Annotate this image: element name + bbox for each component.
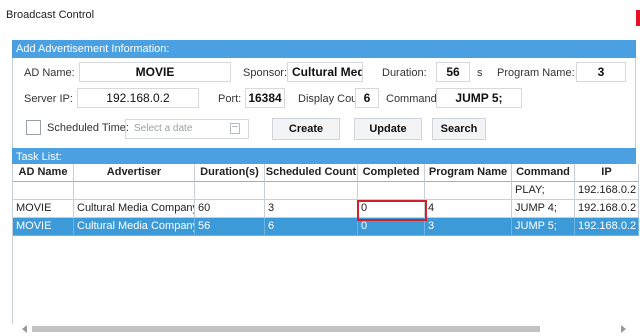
ad-info-header: Add Advertisement Information: — [12, 40, 636, 58]
col-duration[interactable]: Duration(s) — [195, 164, 265, 182]
cell-ad-name — [13, 182, 74, 200]
cell-duration — [195, 182, 265, 200]
table-row-selected[interactable]: MOVIE Cultural Media Company 56 6 0 3 JU… — [13, 218, 639, 236]
scheduled-time-label: Scheduled Time: — [47, 122, 129, 134]
completed-cell-highlight — [357, 200, 427, 221]
scroll-left-arrow-icon[interactable] — [22, 325, 27, 333]
update-button[interactable]: Update — [354, 118, 422, 140]
task-list-header: Task List: — [12, 148, 636, 164]
program-name-label: Program Name: — [497, 67, 575, 79]
cell-command: JUMP 5; — [512, 218, 575, 236]
duration-unit: s — [477, 67, 483, 79]
calendar-icon[interactable] — [230, 123, 240, 134]
scheduled-checkbox[interactable] — [26, 120, 41, 135]
cell-ip: 192.168.0.2 — [575, 218, 639, 236]
col-advertiser[interactable]: Advertiser — [74, 164, 195, 182]
command-field[interactable]: JUMP 5; — [436, 88, 522, 108]
col-command[interactable]: Command — [512, 164, 575, 182]
scroll-right-arrow-icon[interactable] — [621, 325, 626, 333]
close-button[interactable] — [636, 10, 640, 26]
search-button[interactable]: Search — [432, 118, 486, 140]
cell-completed — [358, 182, 425, 200]
program-name-field[interactable]: 3 — [576, 62, 626, 82]
task-list-header-label: Task List: — [16, 151, 62, 163]
scrollbar-thumb[interactable] — [32, 326, 540, 332]
cell-advertiser — [74, 182, 195, 200]
server-ip-label: Server IP: — [24, 93, 73, 105]
cell-duration: 56 — [195, 218, 265, 236]
table-row[interactable]: MOVIE Cultural Media Company 60 3 0 4 JU… — [13, 200, 639, 218]
create-button[interactable]: Create — [272, 118, 340, 140]
cell-scheduled-count: 3 — [265, 200, 358, 218]
command-label: Command: — [386, 93, 440, 105]
server-ip-field[interactable]: 192.168.0.2 — [77, 88, 199, 108]
cell-program-name: 3 — [425, 218, 512, 236]
sponsor-label: Sponsor: — [243, 67, 288, 79]
cell-scheduled-count: 6 — [265, 218, 358, 236]
sponsor-field[interactable]: Cultural Media — [287, 62, 363, 82]
task-grid: AD Name Advertiser Duration(s) Scheduled… — [12, 164, 639, 324]
date-placeholder: Select a date — [134, 123, 193, 134]
grid-header-row: AD Name Advertiser Duration(s) Scheduled… — [13, 164, 639, 182]
ad-info-header-label: Add Advertisement Information: — [16, 43, 170, 55]
port-field[interactable]: 16384 — [245, 88, 285, 108]
cell-scheduled-count — [265, 182, 358, 200]
cell-duration: 60 — [195, 200, 265, 218]
col-ad-name[interactable]: AD Name — [13, 164, 74, 182]
title-bar: Broadcast Control — [0, 0, 640, 30]
ad-name-label: AD Name: — [24, 67, 75, 79]
col-completed[interactable]: Completed — [358, 164, 425, 182]
cell-ad-name: MOVIE — [13, 200, 74, 218]
cell-command: JUMP 4; — [512, 200, 575, 218]
cell-ad-name: MOVIE — [13, 218, 74, 236]
cell-program-name: 4 — [425, 200, 512, 218]
col-program-name[interactable]: Program Name — [425, 164, 512, 182]
ad-name-field[interactable]: MOVIE — [79, 62, 231, 82]
table-row[interactable]: PLAY; 192.168.0.2 — [13, 182, 639, 200]
cell-advertiser: Cultural Media Company — [74, 200, 195, 218]
col-scheduled-count[interactable]: Scheduled Count — [265, 164, 358, 182]
port-label: Port: — [218, 93, 242, 105]
display-count-field[interactable]: 6 — [355, 88, 379, 108]
cell-command: PLAY; — [512, 182, 575, 200]
duration-field[interactable]: 56 — [436, 62, 470, 82]
duration-label: Duration: — [382, 67, 427, 79]
col-ip[interactable]: IP — [575, 164, 639, 182]
cell-ip: 192.168.0.2 — [575, 182, 639, 200]
cell-ip: 192.168.0.2 — [575, 200, 639, 218]
horizontal-scrollbar[interactable] — [22, 325, 626, 333]
broadcast-control-window: Broadcast Control Add Advertisement Info… — [0, 0, 640, 336]
cell-program-name — [425, 182, 512, 200]
window-title: Broadcast Control — [6, 9, 95, 21]
date-picker[interactable]: Select a date — [125, 119, 249, 139]
cell-advertiser: Cultural Media Company — [74, 218, 195, 236]
